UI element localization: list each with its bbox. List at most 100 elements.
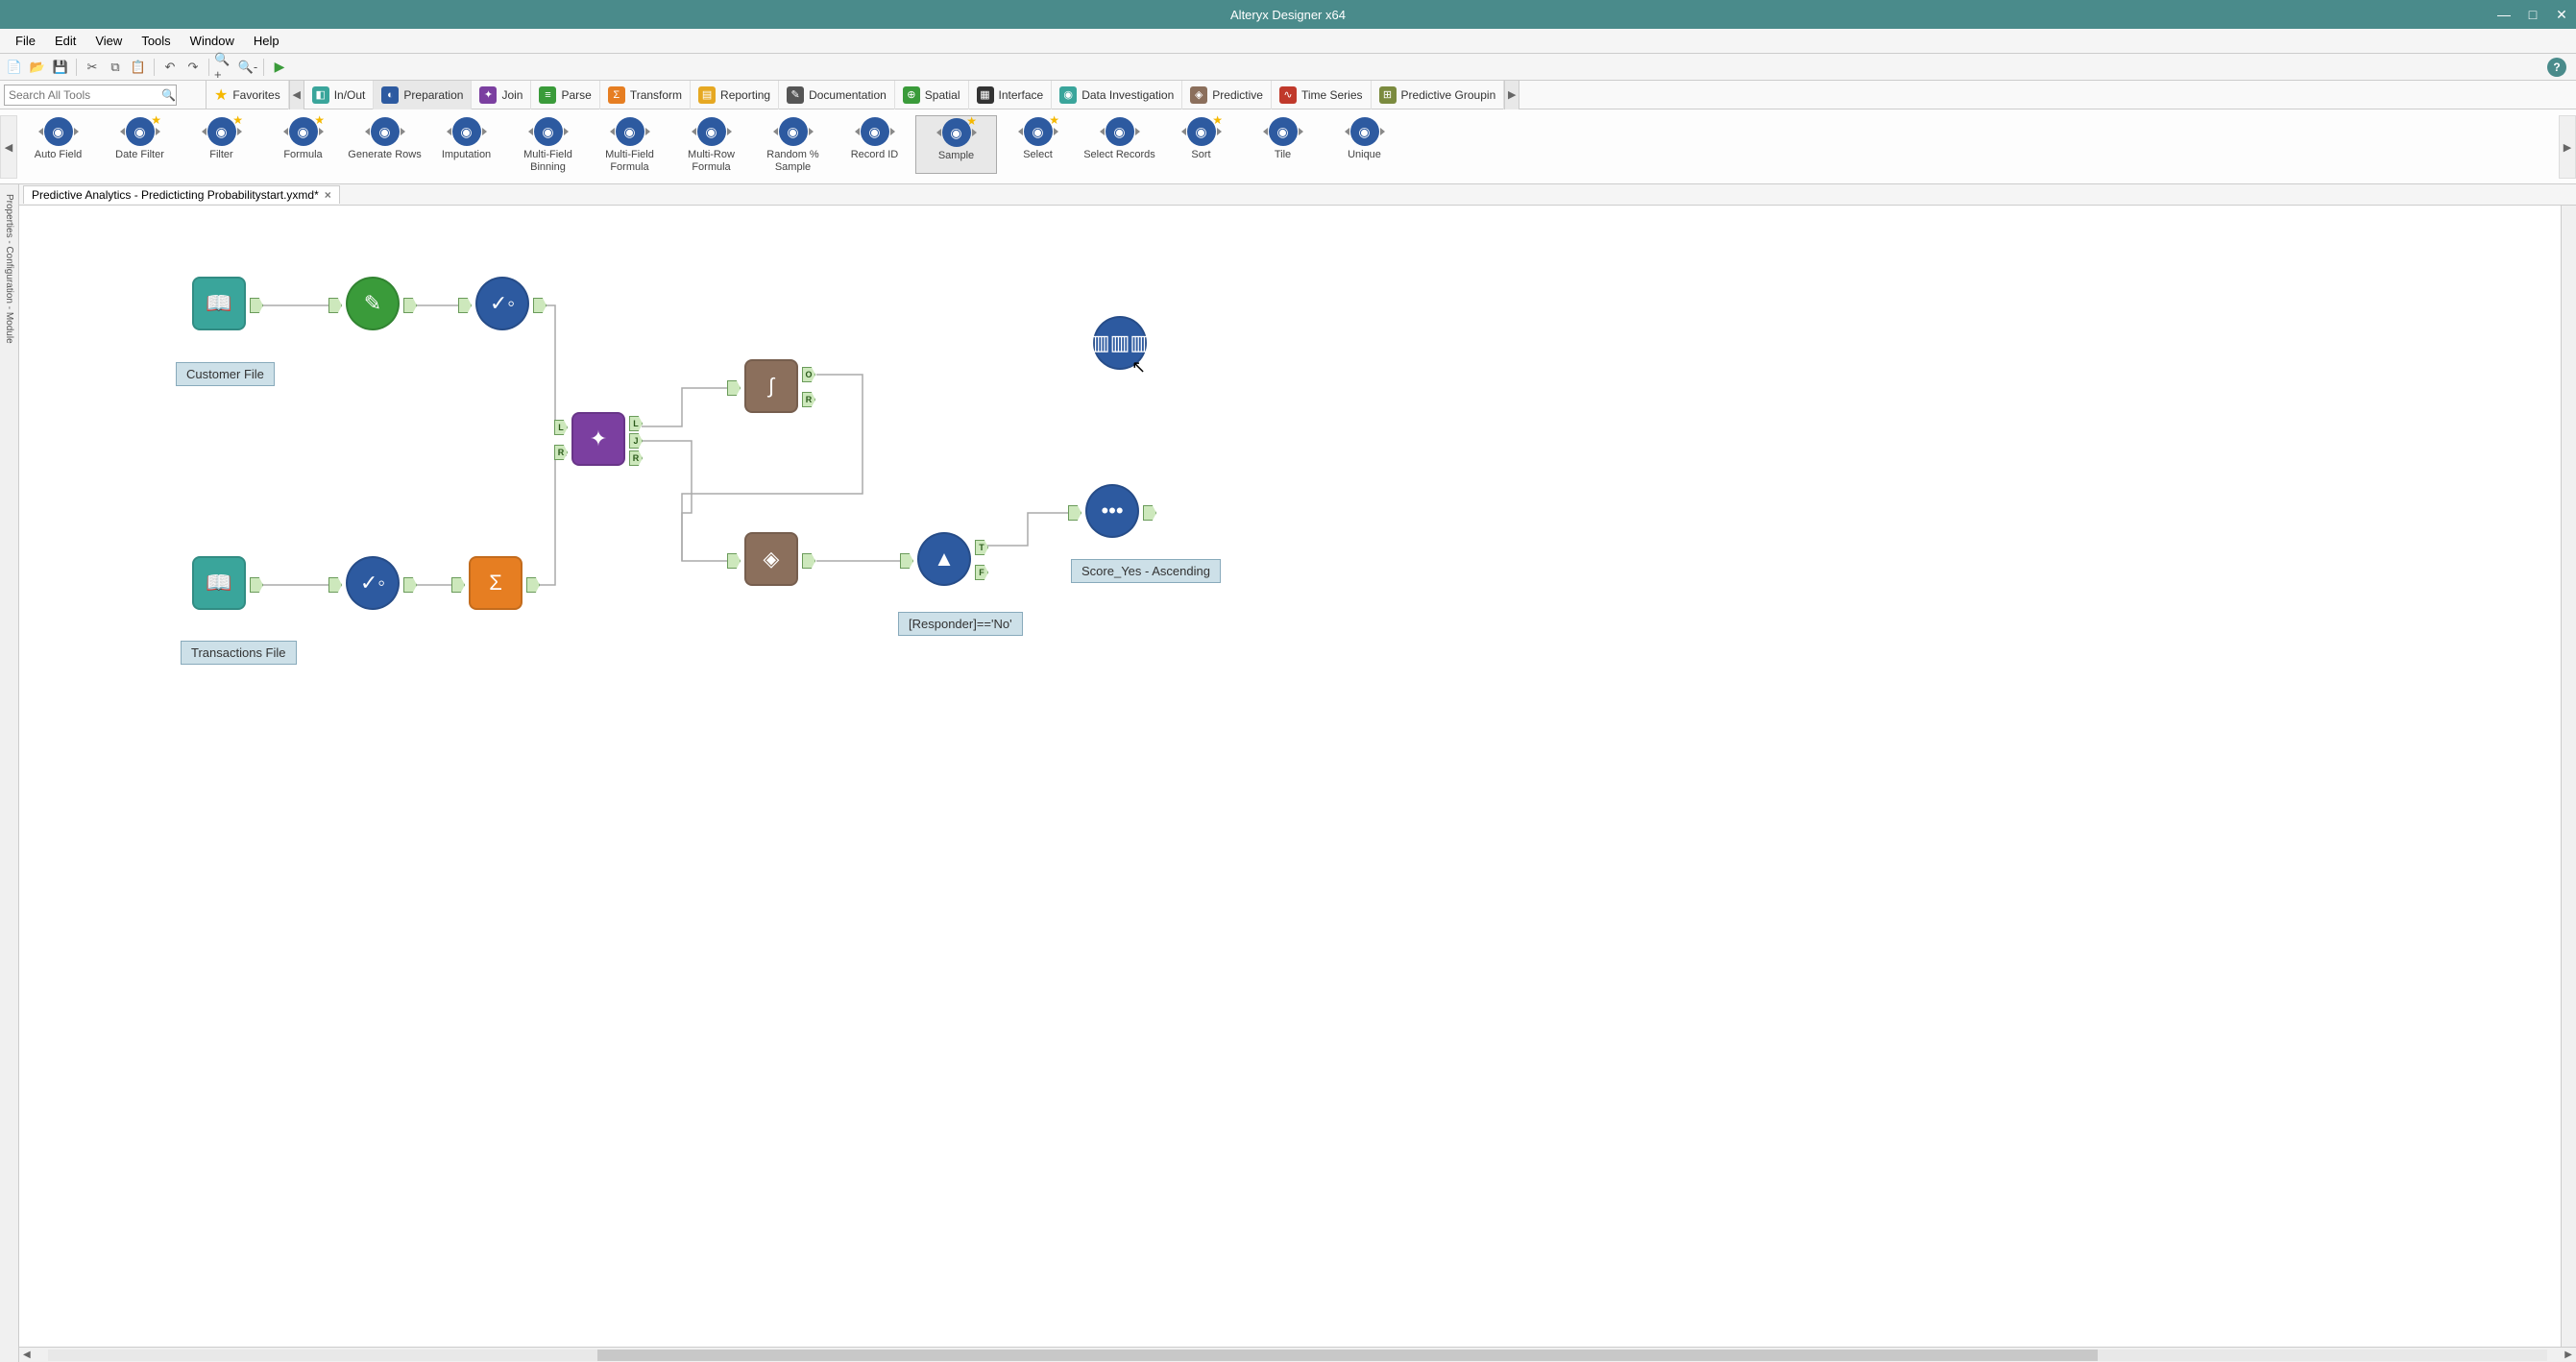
- palette-tool-select-records[interactable]: ◉Select Records: [1079, 115, 1160, 174]
- palette-tool-unique[interactable]: ◉Unique: [1324, 115, 1405, 174]
- node-select-2[interactable]: ✓◦: [346, 556, 400, 610]
- open-button[interactable]: 📂: [27, 57, 48, 78]
- paste-button[interactable]: 📋: [128, 57, 149, 78]
- category-inout[interactable]: ◧In/Out: [304, 81, 375, 109]
- palette-tool-formula[interactable]: ◉★Formula: [262, 115, 344, 174]
- category-data-investigation[interactable]: ◉Data Investigation: [1052, 81, 1182, 109]
- category-predictive[interactable]: ◈Predictive: [1182, 81, 1272, 109]
- category-predictive-grouping[interactable]: ⊞Predictive Groupin: [1372, 81, 1505, 109]
- run-button[interactable]: ▶: [269, 57, 290, 78]
- select-icon: ✓◦: [475, 277, 529, 330]
- save-button[interactable]: 💾: [50, 57, 71, 78]
- menu-file[interactable]: File: [6, 31, 45, 51]
- menu-view[interactable]: View: [85, 31, 132, 51]
- app-title: Alteryx Designer x64: [1230, 8, 1346, 22]
- menu-window[interactable]: Window: [181, 31, 244, 51]
- palette-tool-tile[interactable]: ◉Tile: [1242, 115, 1324, 174]
- category-favorites[interactable]: ★Favorites: [207, 81, 289, 109]
- close-button[interactable]: ✕: [2547, 0, 2576, 29]
- category-time-series[interactable]: ∿Time Series: [1272, 81, 1372, 109]
- documentation-icon: ✎: [787, 86, 804, 104]
- cut-button[interactable]: ✂: [82, 57, 103, 78]
- palette-tool-sample[interactable]: ◉★Sample: [915, 115, 997, 174]
- select-icon: ✓◦: [346, 556, 400, 610]
- search-icon: 🔍: [161, 88, 176, 102]
- tool-label: Select: [1023, 149, 1053, 161]
- workflow-canvas[interactable]: 📖 Customer File ✎ ✓◦ 📖 Transactions: [19, 206, 2576, 1347]
- category-documentation[interactable]: ✎Documentation: [779, 81, 895, 109]
- vertical-scrollbar[interactable]: [2561, 206, 2576, 1347]
- palette-tool-multi-field-formula[interactable]: ◉Multi-Field Formula: [589, 115, 670, 174]
- copy-button[interactable]: ⧉: [105, 57, 126, 78]
- workflow-tab[interactable]: Predictive Analytics - Predicticting Pro…: [23, 185, 340, 204]
- tool-icon: ◉: [534, 117, 563, 146]
- logistic-icon: ∫: [744, 359, 798, 413]
- palette-tool-imputation[interactable]: ◉Imputation: [425, 115, 507, 174]
- palette-tool-multi-row-formula[interactable]: ◉Multi-Row Formula: [670, 115, 752, 174]
- minimize-button[interactable]: —: [2490, 0, 2518, 29]
- palette-tool-sort[interactable]: ◉★Sort: [1160, 115, 1242, 174]
- node-join[interactable]: ✦ L R L J R: [571, 412, 625, 466]
- cursor-icon: ↖: [1131, 357, 1146, 377]
- menu-edit[interactable]: Edit: [45, 31, 85, 51]
- transform-icon: Σ: [608, 86, 625, 104]
- zoom-out-button[interactable]: 🔍-: [237, 57, 258, 78]
- predictive-icon: ◈: [1190, 86, 1207, 104]
- zoom-in-button[interactable]: 🔍+: [214, 57, 235, 78]
- tab-close-icon[interactable]: ×: [325, 188, 331, 202]
- node-sort[interactable]: •••: [1085, 484, 1139, 538]
- category-nav-left[interactable]: ◀: [289, 81, 304, 109]
- tool-label: Filter: [209, 149, 232, 161]
- tool-label: Imputation: [442, 149, 491, 161]
- node-input-customers[interactable]: 📖: [192, 277, 246, 330]
- category-preparation[interactable]: ◐Preparation: [374, 81, 472, 109]
- tool-label: Formula: [283, 149, 322, 161]
- node-input-transactions[interactable]: 📖: [192, 556, 246, 610]
- node-summarize[interactable]: Σ: [469, 556, 522, 610]
- tool-icon: ◉: [371, 117, 400, 146]
- palette-nav-left[interactable]: ◀: [0, 115, 17, 179]
- search-input[interactable]: [4, 85, 177, 106]
- palette-tool-random-sample[interactable]: ◉Random % Sample: [752, 115, 834, 174]
- tool-icon: ◉: [616, 117, 644, 146]
- tool-label: Unique: [1348, 149, 1381, 161]
- category-join[interactable]: ✦Join: [472, 81, 531, 109]
- category-spatial[interactable]: ⊕Spatial: [895, 81, 969, 109]
- category-nav-right[interactable]: ▶: [1504, 81, 1519, 109]
- palette-nav-right[interactable]: ▶: [2559, 115, 2576, 179]
- spatial-icon: ⊕: [903, 86, 920, 104]
- inout-icon: ◧: [312, 86, 329, 104]
- node-filter[interactable]: ▲ T F: [917, 532, 971, 586]
- undo-button[interactable]: ↶: [159, 57, 181, 78]
- tool-icon: ◉: [1269, 117, 1298, 146]
- new-button[interactable]: 📄: [4, 57, 25, 78]
- palette-tool-date-filter[interactable]: ◉★Date Filter: [99, 115, 181, 174]
- palette-tool-generate-rows[interactable]: ◉Generate Rows: [344, 115, 425, 174]
- node-data-cleansing[interactable]: ✎: [346, 277, 400, 330]
- label-responder-filter: [Responder]=='No': [898, 612, 1023, 636]
- menu-help[interactable]: Help: [244, 31, 289, 51]
- category-reporting[interactable]: ▤Reporting: [691, 81, 779, 109]
- horizontal-scrollbar[interactable]: ◀ ▶: [19, 1347, 2576, 1362]
- menu-tools[interactable]: Tools: [132, 31, 180, 51]
- sort-icon: •••: [1085, 484, 1139, 538]
- category-parse[interactable]: ≡Parse: [531, 81, 599, 109]
- maximize-button[interactable]: □: [2518, 0, 2547, 29]
- score-icon: ◈: [744, 532, 798, 586]
- node-logistic-regression[interactable]: ∫ O R: [744, 359, 798, 413]
- category-interface[interactable]: ▦Interface: [969, 81, 1053, 109]
- redo-button[interactable]: ↷: [182, 57, 204, 78]
- time-series-icon: ∿: [1279, 86, 1297, 104]
- node-score[interactable]: ◈: [744, 532, 798, 586]
- node-select-1[interactable]: ✓◦: [475, 277, 529, 330]
- palette-tool-record-id[interactable]: ◉Record ID: [834, 115, 915, 174]
- palette-tool-auto-field[interactable]: ◉Auto Field: [17, 115, 99, 174]
- category-transform[interactable]: ΣTransform: [600, 81, 691, 109]
- reporting-icon: ▤: [698, 86, 716, 104]
- palette-tool-multi-field-binning[interactable]: ◉Multi-Field Binning: [507, 115, 589, 174]
- join-icon: ✦: [479, 86, 497, 104]
- help-icon[interactable]: ?: [2547, 58, 2566, 77]
- properties-sidebar[interactable]: Properties - Configuration - Module: [0, 184, 19, 1362]
- palette-tool-select[interactable]: ◉★Select: [997, 115, 1079, 174]
- palette-tool-filter[interactable]: ◉★Filter: [181, 115, 262, 174]
